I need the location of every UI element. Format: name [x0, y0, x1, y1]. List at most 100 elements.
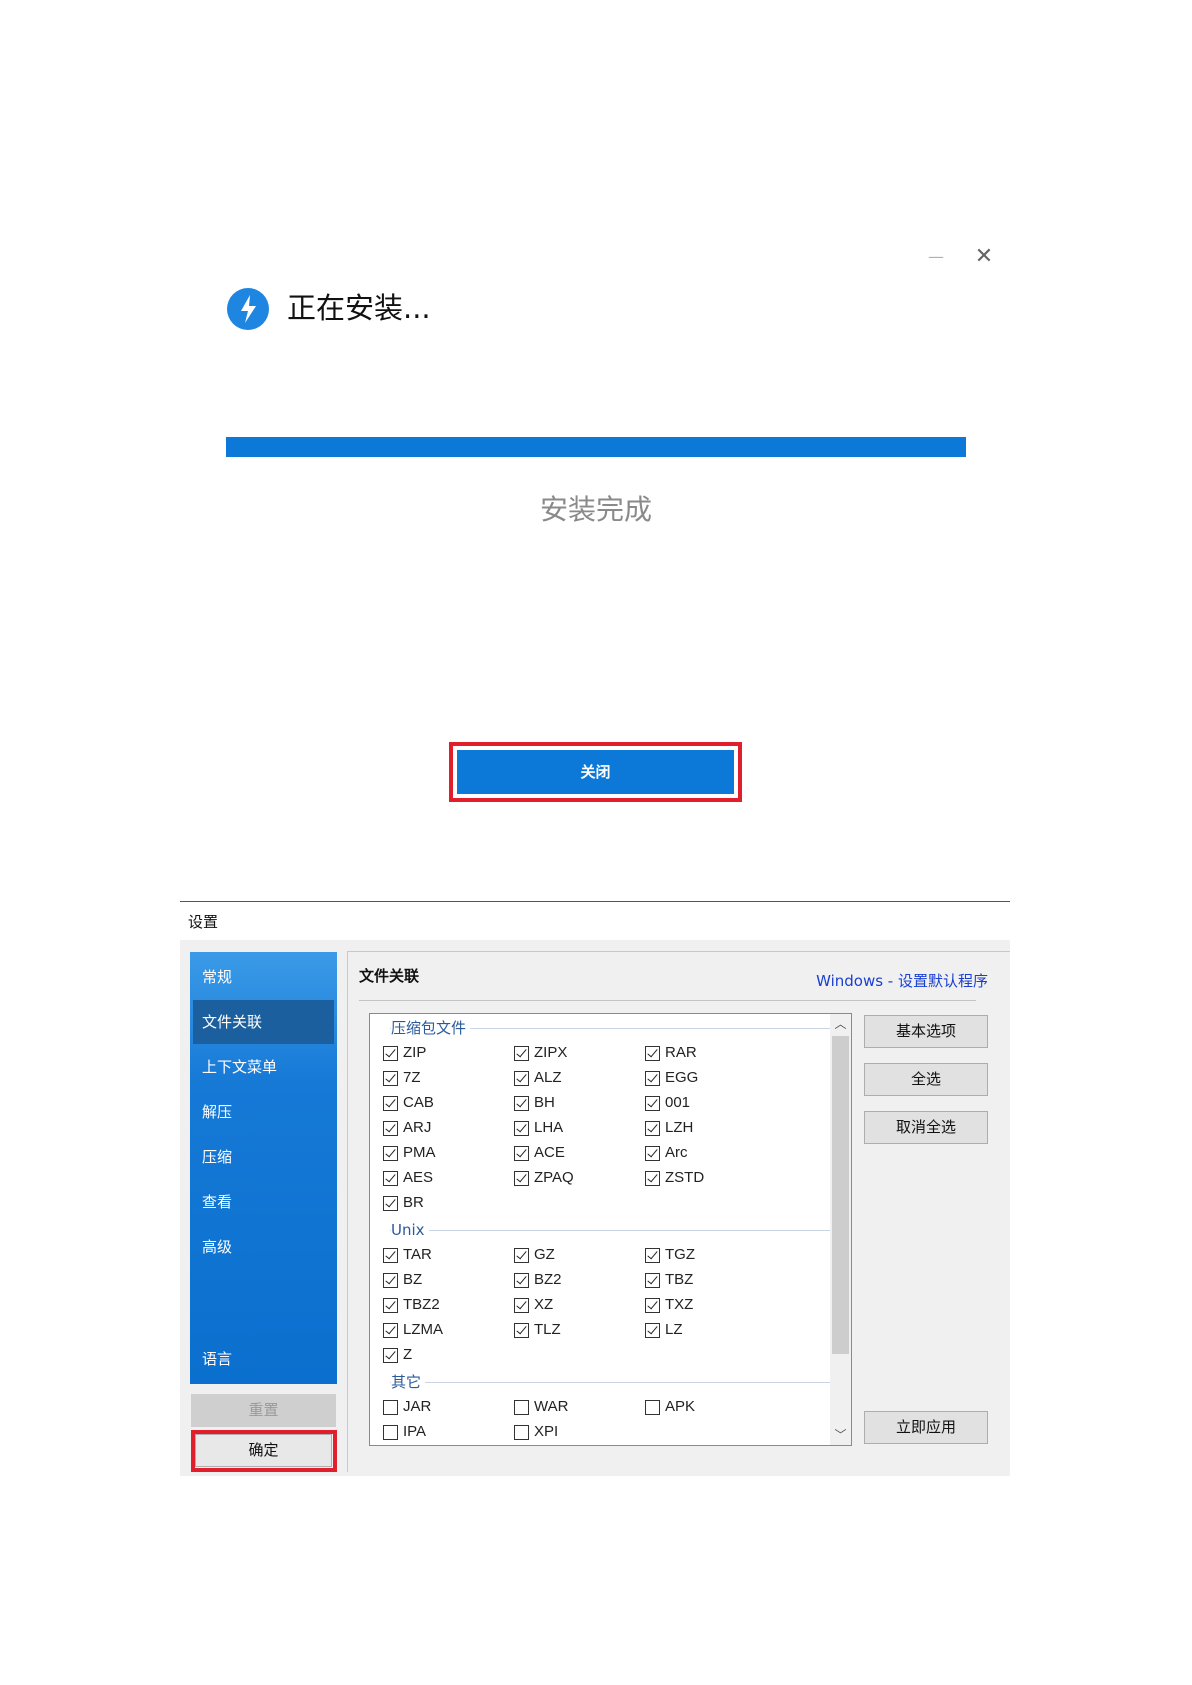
- sidebar-item-extract[interactable]: 解压: [190, 1090, 337, 1134]
- sidebar-item-compress[interactable]: 压缩: [190, 1135, 337, 1179]
- checkbox-checked-icon[interactable]: [383, 1095, 398, 1111]
- checkbox-lz[interactable]: LZ: [645, 1319, 765, 1341]
- checkbox-checked-icon[interactable]: [514, 1095, 529, 1111]
- checkbox-bz2[interactable]: BZ2: [514, 1269, 634, 1291]
- checkbox-label: TAR: [403, 1246, 432, 1263]
- checkbox-txz[interactable]: TXZ: [645, 1294, 765, 1316]
- checkbox-001[interactable]: 001: [645, 1092, 765, 1114]
- ok-button[interactable]: 确定: [195, 1434, 332, 1467]
- checkbox-checked-icon[interactable]: [514, 1297, 529, 1313]
- checkbox-zip[interactable]: ZIP: [383, 1042, 503, 1064]
- checkbox-arc[interactable]: Arc: [645, 1142, 765, 1164]
- checkbox-checked-icon[interactable]: [383, 1247, 398, 1263]
- installer-close-button[interactable]: 关闭: [457, 750, 734, 794]
- windows-default-programs-link[interactable]: Windows - 设置默认程序: [760, 971, 988, 991]
- checkbox-tar[interactable]: TAR: [383, 1244, 503, 1266]
- checkbox-lzma[interactable]: LZMA: [383, 1319, 503, 1341]
- checkbox-checked-icon[interactable]: [383, 1347, 398, 1363]
- checkbox-tlz[interactable]: TLZ: [514, 1319, 634, 1341]
- checkbox-alz[interactable]: ALZ: [514, 1067, 634, 1089]
- checkbox-checked-icon[interactable]: [383, 1322, 398, 1338]
- checkbox-zstd[interactable]: ZSTD: [645, 1167, 765, 1189]
- checkbox-checked-icon[interactable]: [514, 1120, 529, 1136]
- checkbox-checked-icon[interactable]: [645, 1322, 660, 1338]
- checkbox-checked-icon[interactable]: [645, 1297, 660, 1313]
- checkbox-checked-icon[interactable]: [645, 1170, 660, 1186]
- checkbox-unchecked-icon[interactable]: [645, 1399, 660, 1415]
- checkbox-egg[interactable]: EGG: [645, 1067, 765, 1089]
- checkbox-lha[interactable]: LHA: [514, 1117, 634, 1139]
- checkbox-apk[interactable]: APK: [645, 1396, 765, 1418]
- sidebar-item-context-menu[interactable]: 上下文菜单: [190, 1045, 337, 1089]
- basic-options-button[interactable]: 基本选项: [864, 1015, 988, 1048]
- checkbox-checked-icon[interactable]: [383, 1272, 398, 1288]
- list-scrollbar[interactable]: ︿ ﹀: [830, 1014, 851, 1445]
- checkbox-tgz[interactable]: TGZ: [645, 1244, 765, 1266]
- checkbox-checked-icon[interactable]: [514, 1045, 529, 1061]
- scroll-up-icon[interactable]: ︿: [830, 1014, 851, 1034]
- scroll-thumb[interactable]: [832, 1036, 849, 1354]
- checkbox-checked-icon[interactable]: [645, 1120, 660, 1136]
- deselect-all-button[interactable]: 取消全选: [864, 1111, 988, 1144]
- checkbox-bz[interactable]: BZ: [383, 1269, 503, 1291]
- checkbox-checked-icon[interactable]: [645, 1070, 660, 1086]
- checkbox-7z[interactable]: 7Z: [383, 1067, 503, 1089]
- checkbox-zpaq[interactable]: ZPAQ: [514, 1167, 634, 1189]
- checkbox-ace[interactable]: ACE: [514, 1142, 634, 1164]
- checkbox-jar[interactable]: JAR: [383, 1396, 503, 1418]
- checkbox-unchecked-icon[interactable]: [383, 1399, 398, 1415]
- checkbox-checked-icon[interactable]: [645, 1247, 660, 1263]
- checkbox-tbz2[interactable]: TBZ2: [383, 1294, 503, 1316]
- checkbox-checked-icon[interactable]: [645, 1045, 660, 1061]
- checkbox-checked-icon[interactable]: [383, 1297, 398, 1313]
- checkbox-gz[interactable]: GZ: [514, 1244, 634, 1266]
- checkbox-arj[interactable]: ARJ: [383, 1117, 503, 1139]
- checkbox-pma[interactable]: PMA: [383, 1142, 503, 1164]
- sidebar-item-general[interactable]: 常规: [190, 955, 337, 999]
- apply-now-button[interactable]: 立即应用: [864, 1411, 988, 1444]
- checkbox-br[interactable]: BR: [383, 1192, 503, 1214]
- checkbox-rar[interactable]: RAR: [645, 1042, 765, 1064]
- checkbox-cab[interactable]: CAB: [383, 1092, 503, 1114]
- checkbox-label: TXZ: [665, 1296, 694, 1313]
- checkbox-checked-icon[interactable]: [514, 1322, 529, 1338]
- sidebar-item-advanced[interactable]: 高级: [190, 1225, 337, 1269]
- checkbox-checked-icon[interactable]: [514, 1070, 529, 1086]
- select-all-button[interactable]: 全选: [864, 1063, 988, 1096]
- checkbox-tbz[interactable]: TBZ: [645, 1269, 765, 1291]
- checkbox-checked-icon[interactable]: [383, 1045, 398, 1061]
- checkbox-checked-icon[interactable]: [645, 1272, 660, 1288]
- sidebar-item-view[interactable]: 查看: [190, 1180, 337, 1224]
- checkbox-unchecked-icon[interactable]: [514, 1424, 529, 1440]
- checkbox-unchecked-icon[interactable]: [383, 1424, 398, 1440]
- checkbox-xpi[interactable]: XPI: [514, 1421, 634, 1443]
- checkbox-checked-icon[interactable]: [645, 1095, 660, 1111]
- checkbox-checked-icon[interactable]: [645, 1145, 660, 1161]
- file-association-list[interactable]: 压缩包文件 ZIP ZIPX RAR 7Z ALZ EGG CAB BH 001 ARJ LHA LZH…: [369, 1013, 852, 1446]
- group-label: 其它: [391, 1372, 426, 1392]
- reset-button[interactable]: 重置: [191, 1394, 336, 1427]
- checkbox-war[interactable]: WAR: [514, 1396, 634, 1418]
- checkbox-lzh[interactable]: LZH: [645, 1117, 765, 1139]
- checkbox-zipx[interactable]: ZIPX: [514, 1042, 634, 1064]
- sidebar-item-file-association[interactable]: 文件关联: [193, 1000, 334, 1044]
- checkbox-checked-icon[interactable]: [514, 1247, 529, 1263]
- sidebar-item-language[interactable]: 语言: [190, 1337, 337, 1381]
- checkbox-unchecked-icon[interactable]: [514, 1399, 529, 1415]
- close-window-button[interactable]: ✕: [972, 244, 996, 270]
- checkbox-z[interactable]: Z: [383, 1344, 503, 1366]
- checkbox-checked-icon[interactable]: [383, 1170, 398, 1186]
- checkbox-checked-icon[interactable]: [514, 1145, 529, 1161]
- checkbox-checked-icon[interactable]: [514, 1272, 529, 1288]
- checkbox-ipa[interactable]: IPA: [383, 1421, 503, 1443]
- checkbox-checked-icon[interactable]: [383, 1195, 398, 1211]
- checkbox-checked-icon[interactable]: [383, 1120, 398, 1136]
- checkbox-xz[interactable]: XZ: [514, 1294, 634, 1316]
- checkbox-checked-icon[interactable]: [383, 1145, 398, 1161]
- checkbox-bh[interactable]: BH: [514, 1092, 634, 1114]
- checkbox-aes[interactable]: AES: [383, 1167, 503, 1189]
- minimize-button[interactable]: —: [924, 246, 948, 268]
- checkbox-checked-icon[interactable]: [383, 1070, 398, 1086]
- checkbox-checked-icon[interactable]: [514, 1170, 529, 1186]
- scroll-down-icon[interactable]: ﹀: [830, 1425, 851, 1445]
